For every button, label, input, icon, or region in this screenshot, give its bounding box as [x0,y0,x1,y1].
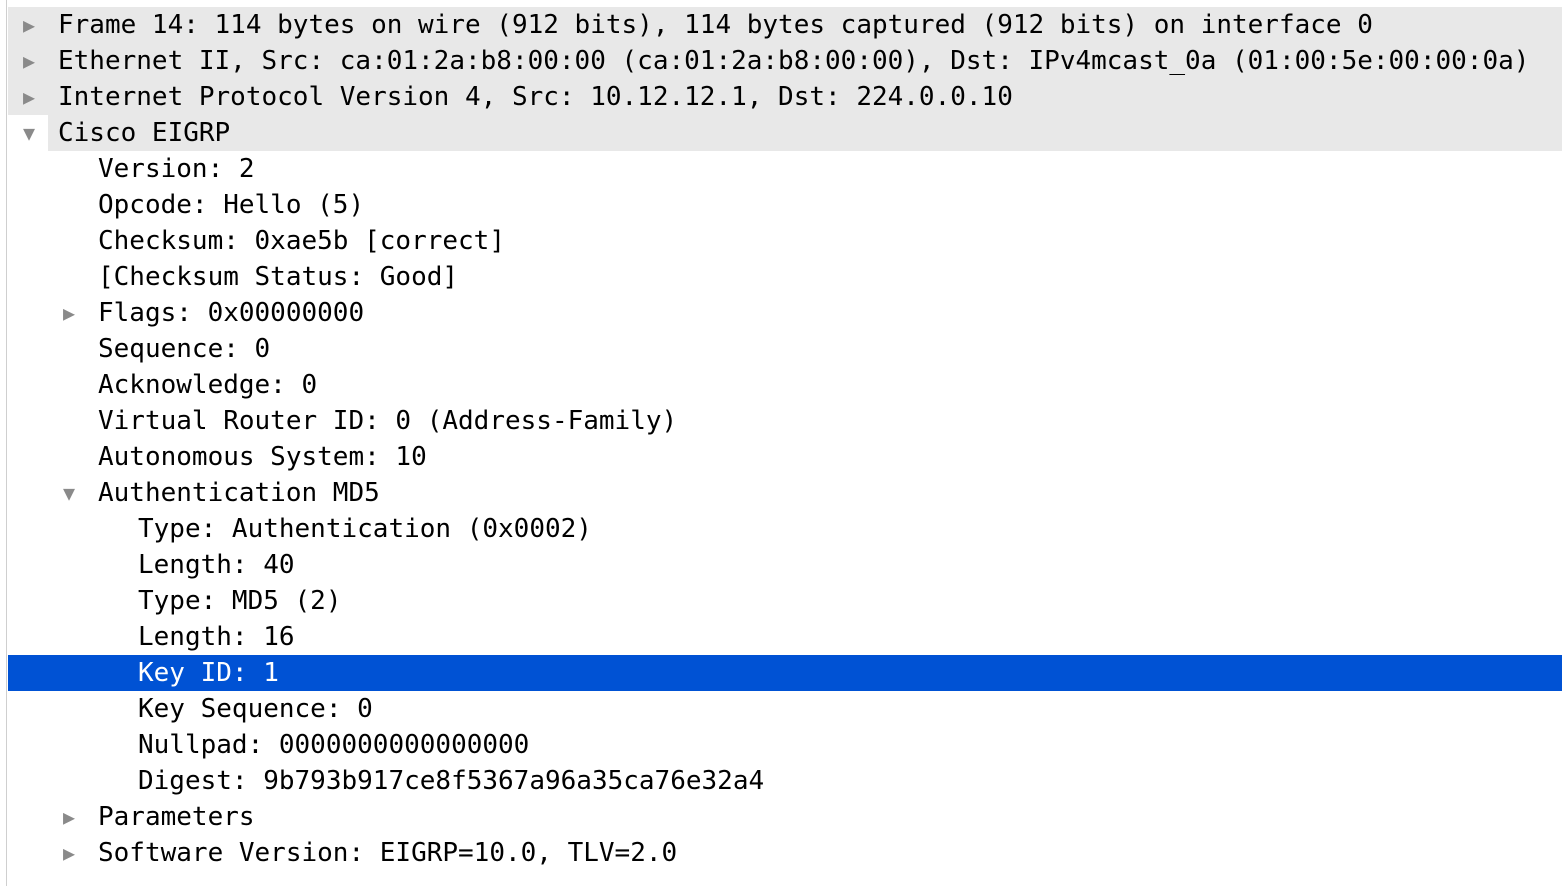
packet-details-tree: ▶ Frame 14: 114 bytes on wire (912 bits)… [0,0,1562,886]
expand-triangle-icon[interactable]: ▶ [14,79,44,115]
row-label: Opcode: Hello (5) [98,190,365,220]
row-label: Sequence: 0 [98,334,271,364]
tree-row-flags[interactable]: ▶ Flags: 0x00000000 [8,295,1562,331]
tree-row-md5-type[interactable]: Type: MD5 (2) [8,583,1562,619]
row-label: Cisco EIGRP [58,118,231,148]
tree-row-opcode[interactable]: Opcode: Hello (5) [8,187,1562,223]
tree-row-checksum-status[interactable]: [Checksum Status: Good] [8,259,1562,295]
tree-row-md5-length[interactable]: Length: 16 [8,619,1562,655]
tree-row-ethernet[interactable]: ▶ Ethernet II, Src: ca:01:2a:b8:00:00 (c… [8,43,1562,79]
row-label: Key ID: 1 [138,658,279,688]
collapse-triangle-icon[interactable]: ▼ [54,475,84,511]
row-label: Key Sequence: 0 [138,694,373,724]
row-label: Digest: 9b793b917ce8f5367a96a35ca76e32a4 [138,766,765,796]
row-label: Software Version: EIGRP=10.0, TLV=2.0 [98,838,678,868]
tree-row-authentication[interactable]: ▼ Authentication MD5 [8,475,1562,511]
tree-row-eigrp[interactable]: ▼ Cisco EIGRP [23,115,1562,151]
tree-left-border [6,0,7,886]
row-label: Virtual Router ID: 0 (Address-Family) [98,406,678,436]
expand-triangle-icon[interactable]: ▶ [54,295,84,331]
tree-row-key-sequence[interactable]: Key Sequence: 0 [8,691,1562,727]
row-label: Nullpad: 0000000000000000 [138,730,530,760]
tree-row-digest[interactable]: Digest: 9b793b917ce8f5367a96a35ca76e32a4 [8,763,1562,799]
row-label: Parameters [98,802,255,832]
tree-row-checksum[interactable]: Checksum: 0xae5b [correct] [8,223,1562,259]
row-label: Internet Protocol Version 4, Src: 10.12.… [58,82,1013,112]
row-label: Type: MD5 (2) [138,586,342,616]
expand-triangle-icon[interactable]: ▶ [14,7,44,43]
tree-row-autonomous-system[interactable]: Autonomous System: 10 [8,439,1562,475]
tree-row-frame[interactable]: ▶ Frame 14: 114 bytes on wire (912 bits)… [8,7,1562,43]
tree-row-version[interactable]: Version: 2 [8,151,1562,187]
tree-row-auth-type[interactable]: Type: Authentication (0x0002) [8,511,1562,547]
row-label: Ethernet II, Src: ca:01:2a:b8:00:00 (ca:… [58,46,1530,76]
tree-row-parameters[interactable]: ▶ Parameters [8,799,1562,835]
tree-row-software-version[interactable]: ▶ Software Version: EIGRP=10.0, TLV=2.0 [8,835,1562,871]
row-label: Checksum: 0xae5b [correct] [98,226,505,256]
row-label: Flags: 0x00000000 [98,298,365,328]
tree-row-nullpad[interactable]: Nullpad: 0000000000000000 [8,727,1562,763]
collapse-triangle-icon[interactable]: ▼ [14,115,44,151]
expand-triangle-icon[interactable]: ▶ [14,43,44,79]
row-label: Type: Authentication (0x0002) [138,514,592,544]
row-label: [Checksum Status: Good] [98,262,459,292]
tree-row-acknowledge[interactable]: Acknowledge: 0 [8,367,1562,403]
row-label: Authentication MD5 [98,478,380,508]
tree-row-sequence[interactable]: Sequence: 0 [8,331,1562,367]
expand-triangle-icon[interactable]: ▶ [54,799,84,835]
tree-row-key-id[interactable]: Key ID: 1 [8,655,1562,691]
expand-triangle-icon[interactable]: ▶ [54,835,84,871]
row-label: Acknowledge: 0 [98,370,318,400]
tree-row-virtual-router-id[interactable]: Virtual Router ID: 0 (Address-Family) [8,403,1562,439]
row-label: Autonomous System: 10 [98,442,427,472]
row-label: Frame 14: 114 bytes on wire (912 bits), … [58,10,1373,40]
row-label: Length: 16 [138,622,295,652]
tree-row-auth-length[interactable]: Length: 40 [8,547,1562,583]
tree-row-ipv4[interactable]: ▶ Internet Protocol Version 4, Src: 10.1… [8,79,1562,115]
row-label: Length: 40 [138,550,295,580]
row-label: Version: 2 [98,154,255,184]
